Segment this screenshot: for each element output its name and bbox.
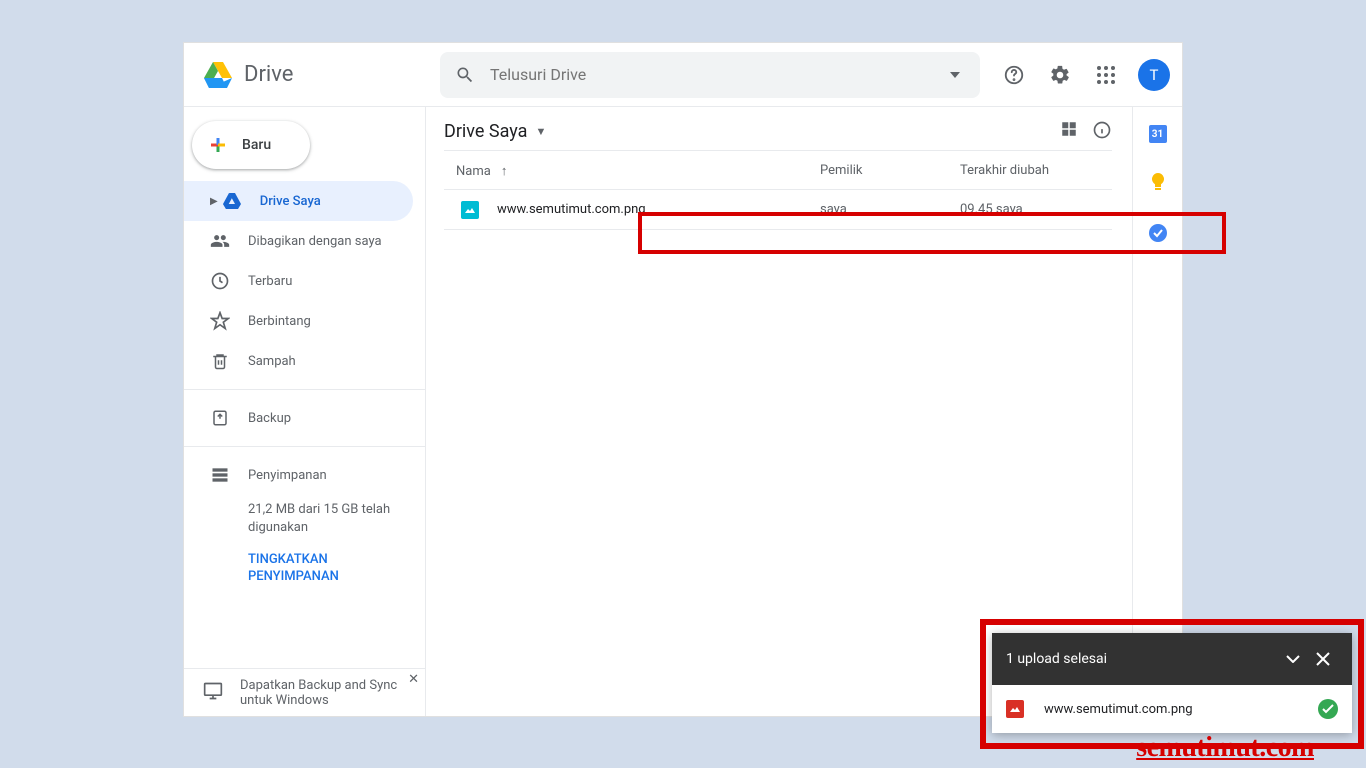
promo-bar[interactable]: Dapatkan Backup and Sync untuk Windows ✕: [184, 668, 425, 716]
nav-label: Backup: [248, 411, 291, 426]
chevron-right-icon: ▶: [210, 196, 218, 207]
image-icon: [1006, 700, 1024, 718]
help-icon[interactable]: [994, 55, 1034, 95]
drive-logo-icon: [198, 55, 238, 95]
file-modified: 09.45 saya: [960, 202, 1100, 217]
nav-label: Drive Saya: [260, 194, 321, 209]
toast-filename: www.semutimut.com.png: [1044, 702, 1318, 717]
nav-label: Sampah: [248, 354, 296, 369]
chevron-down-icon: ▼: [535, 125, 546, 138]
header: Drive T: [184, 43, 1182, 107]
avatar[interactable]: T: [1138, 59, 1170, 91]
new-button-label: Baru: [242, 137, 271, 153]
logo-area[interactable]: Drive: [198, 55, 440, 95]
breadcrumb-label: Drive Saya: [444, 121, 527, 142]
search-input[interactable]: [480, 65, 940, 84]
file-row[interactable]: www.semutimut.com.png saya 09.45 saya: [444, 190, 1112, 230]
file-owner: saya: [820, 202, 960, 217]
sidebar-item-storage[interactable]: Penyimpanan: [210, 465, 413, 485]
toast-collapse-icon[interactable]: [1278, 639, 1308, 679]
search-bar[interactable]: [440, 52, 980, 98]
clock-icon: [210, 271, 230, 291]
storage-usage: 21,2 MB dari 15 GB telah digunakan: [210, 501, 413, 537]
plus-icon: [206, 133, 230, 157]
promo-close-icon[interactable]: ✕: [408, 672, 419, 687]
new-button[interactable]: Baru: [192, 121, 310, 169]
column-name[interactable]: Nama ↑: [456, 163, 820, 179]
backup-icon: [210, 408, 230, 428]
settings-icon[interactable]: [1040, 55, 1080, 95]
star-icon: [210, 311, 230, 331]
keep-icon[interactable]: [1148, 173, 1168, 193]
sidebar-item-recent[interactable]: Terbaru: [184, 261, 413, 301]
sidebar-item-backup[interactable]: Backup: [184, 398, 413, 438]
sidebar: Baru ▶ Drive Saya Dibagikan dengan saya …: [184, 107, 426, 716]
nav-label: Dibagikan dengan saya: [248, 234, 382, 249]
image-file-icon: [461, 201, 479, 219]
toast-title: 1 upload selesai: [1006, 651, 1278, 667]
right-rail: 31: [1132, 107, 1182, 716]
check-circle-icon: [1318, 699, 1338, 719]
watermark: semutimut.com: [1136, 732, 1314, 764]
upgrade-storage-link[interactable]: TINGKATKAN PENYIMPANAN: [210, 551, 413, 585]
apps-icon[interactable]: [1086, 55, 1126, 95]
upload-toast: 1 upload selesai www.semutimut.com.png: [992, 633, 1352, 733]
search-icon: [450, 55, 480, 95]
columns-header: Nama ↑ Pemilik Terakhir diubah: [444, 151, 1112, 190]
people-icon: [210, 231, 230, 251]
calendar-icon[interactable]: 31: [1149, 125, 1167, 143]
content: Drive Saya ▼ Nama ↑ Pemilik Terakhir diu…: [426, 107, 1132, 716]
grid-view-icon[interactable]: [1060, 120, 1078, 144]
toast-item[interactable]: www.semutimut.com.png: [992, 685, 1352, 733]
promo-text: Dapatkan Backup and Sync untuk Windows: [240, 678, 413, 708]
toast-close-icon[interactable]: [1308, 639, 1338, 679]
search-dropdown-icon[interactable]: [940, 55, 970, 95]
main: Drive Saya ▼ Nama ↑ Pemilik Terakhir diu…: [426, 107, 1182, 716]
nav-label: Terbaru: [248, 274, 292, 289]
storage-icon: [210, 465, 230, 485]
monitor-icon: [202, 681, 224, 705]
trash-icon: [210, 351, 230, 371]
sidebar-item-shared[interactable]: Dibagikan dengan saya: [184, 221, 413, 261]
tasks-icon[interactable]: [1148, 223, 1168, 243]
app-name: Drive: [244, 62, 293, 87]
drive-window: Drive T: [183, 42, 1183, 717]
storage-label: Penyimpanan: [248, 468, 327, 483]
drive-icon: [222, 193, 242, 209]
sidebar-item-my-drive[interactable]: ▶ Drive Saya: [184, 181, 413, 221]
column-owner[interactable]: Pemilik: [820, 163, 960, 179]
file-name: www.semutimut.com.png: [497, 202, 820, 217]
sort-arrow-up-icon: ↑: [501, 163, 508, 179]
info-icon[interactable]: [1092, 120, 1112, 144]
storage-section: Penyimpanan 21,2 MB dari 15 GB telah dig…: [184, 455, 425, 585]
column-modified[interactable]: Terakhir diubah: [960, 163, 1100, 179]
nav-label: Berbintang: [248, 314, 311, 329]
header-actions: T: [994, 55, 1170, 95]
sidebar-item-trash[interactable]: Sampah: [184, 341, 413, 381]
breadcrumb-bar: Drive Saya ▼: [444, 121, 1112, 151]
breadcrumb[interactable]: Drive Saya ▼: [444, 121, 546, 142]
sidebar-item-starred[interactable]: Berbintang: [184, 301, 413, 341]
